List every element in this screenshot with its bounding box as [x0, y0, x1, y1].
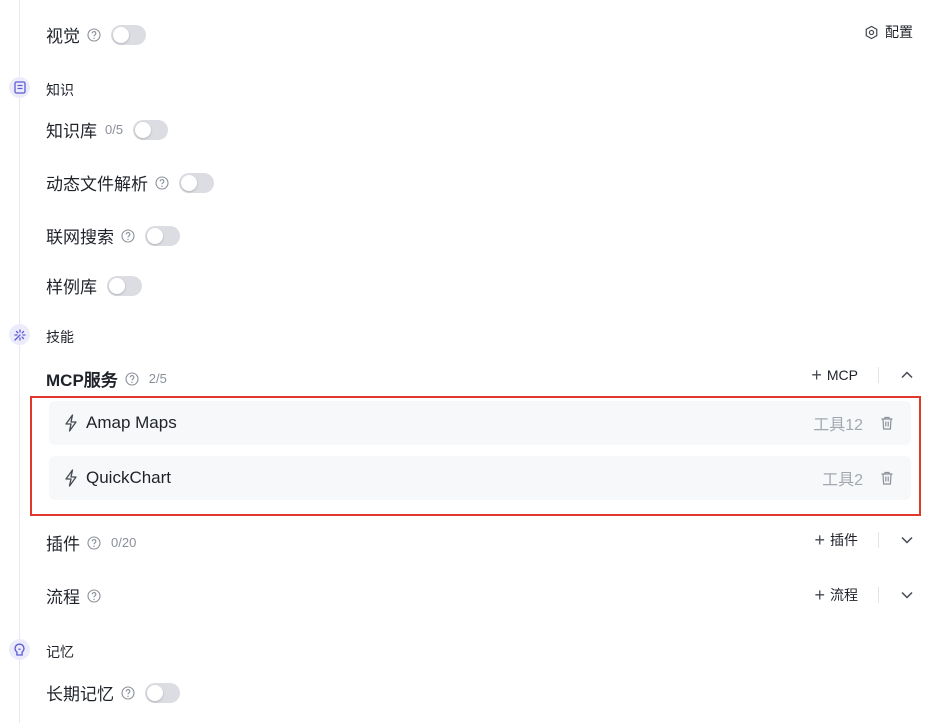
plus-icon: +	[814, 530, 825, 550]
help-icon[interactable]	[121, 685, 135, 700]
plugins-row: 插件 0/20	[46, 530, 136, 555]
workflow-label: 流程	[46, 588, 80, 607]
gear-icon	[865, 25, 878, 39]
mcp-row: MCP服务 2/5	[46, 366, 167, 391]
vision-row: 视觉	[46, 22, 146, 47]
add-workflow-button[interactable]: 流程	[830, 585, 858, 605]
mcp-service-tools: 工具12	[813, 417, 863, 434]
knowledge-section-label: 知识	[46, 82, 74, 98]
help-icon[interactable]	[87, 27, 101, 42]
knowledge-icon	[9, 77, 30, 98]
divider	[878, 532, 879, 548]
example-library-row: 样例库	[46, 273, 142, 298]
trash-icon[interactable]	[879, 415, 895, 431]
plus-icon: +	[811, 365, 822, 385]
web-search-row: 联网搜索	[46, 223, 180, 248]
mcp-service-name: QuickChart	[86, 468, 172, 487]
vision-label: 视觉	[46, 27, 80, 46]
lightning-icon	[65, 414, 77, 432]
dynamic-file-parse-toggle[interactable]	[179, 172, 214, 193]
plugins-label: 插件	[46, 535, 80, 554]
mcp-service-tools: 工具2	[822, 472, 863, 489]
long-term-memory-toggle[interactable]	[145, 682, 180, 703]
knowledge-base-label: 知识库	[46, 122, 97, 141]
add-mcp-button[interactable]: MCP	[827, 367, 858, 383]
knowledge-base-row: 知识库 0/5	[46, 117, 169, 142]
mcp-service-item[interactable]: QuickChart 工具2	[49, 456, 911, 500]
trash-icon[interactable]	[879, 470, 895, 486]
plugins-count: 0/20	[111, 535, 137, 550]
example-library-label: 样例库	[46, 278, 97, 297]
knowledge-base-count: 0/5	[105, 122, 124, 137]
web-search-label: 联网搜索	[46, 228, 114, 247]
help-icon[interactable]	[87, 588, 101, 603]
help-icon[interactable]	[121, 228, 135, 243]
memory-icon	[9, 639, 30, 660]
help-icon[interactable]	[87, 535, 101, 550]
web-search-toggle[interactable]	[145, 225, 180, 246]
skills-section-label: 技能	[46, 329, 74, 345]
knowledge-base-toggle[interactable]	[133, 119, 169, 140]
timeline-line	[19, 0, 20, 723]
mcp-label: MCP服务	[46, 371, 118, 390]
long-term-memory-row: 长期记忆	[46, 680, 180, 705]
divider	[878, 367, 879, 383]
skills-icon	[9, 324, 30, 345]
add-plugin-button[interactable]: 插件	[830, 530, 858, 550]
vision-toggle[interactable]	[111, 24, 146, 45]
plus-icon: +	[814, 585, 825, 605]
dynamic-file-parse-row: 动态文件解析	[46, 170, 214, 195]
workflow-row: 流程	[46, 583, 101, 608]
lightning-icon	[65, 469, 77, 487]
workflow-actions: + 流程	[814, 585, 915, 605]
config-label: 配置	[885, 24, 913, 40]
config-button[interactable]: 配置	[864, 22, 913, 42]
memory-section-label: 记忆	[46, 644, 74, 660]
chevron-down-icon[interactable]	[899, 587, 915, 603]
chevron-up-icon[interactable]	[899, 367, 915, 383]
mcp-service-name: Amap Maps	[86, 413, 177, 432]
divider	[878, 587, 879, 603]
long-term-memory-label: 长期记忆	[46, 685, 114, 704]
mcp-count: 2/5	[148, 371, 167, 386]
chevron-down-icon[interactable]	[899, 532, 915, 548]
help-icon[interactable]	[155, 175, 169, 190]
mcp-actions: + MCP	[811, 366, 915, 384]
dynamic-file-parse-label: 动态文件解析	[46, 175, 148, 194]
help-icon[interactable]	[125, 371, 139, 386]
plugins-actions: + 插件	[814, 530, 915, 550]
example-library-toggle[interactable]	[107, 275, 142, 296]
mcp-service-item[interactable]: Amap Maps 工具12	[49, 401, 911, 445]
